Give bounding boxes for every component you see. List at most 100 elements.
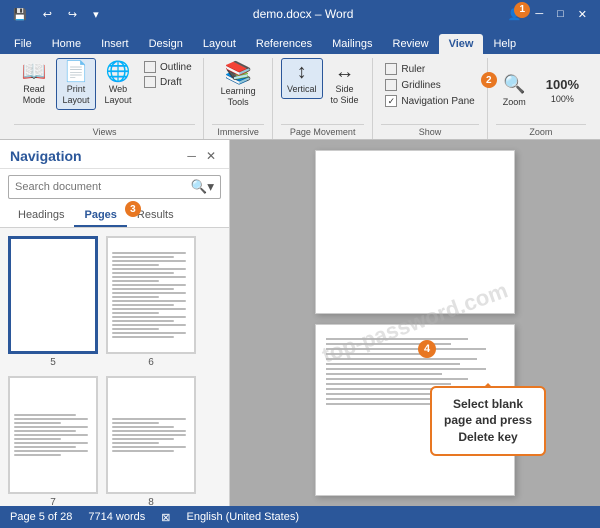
show-group-items: Ruler Gridlines 2 ✓ Navigation Pane [381,62,478,122]
status-word-count[interactable]: 7714 words [88,511,145,523]
page-thumb-6[interactable]: 6 [106,236,196,368]
status-page-info[interactable]: Page 5 of 28 [10,511,72,523]
learning-tools-button[interactable]: 📚 LearningTools [212,58,264,112]
callout-number-badge: 4 [418,340,436,358]
side-to-side-icon: ↔ [335,62,355,82]
page-movement-group-label: Page Movement [281,124,364,137]
callout-tooltip: Select blankpage and pressDelete key [430,386,546,456]
nav-header: Navigation ─ ✕ [0,140,229,169]
page-thumb-img-6 [106,236,196,354]
side-to-side-button[interactable]: ↔ Sideto Side [325,58,365,110]
search-input[interactable] [9,178,185,196]
status-bar: Page 5 of 28 7714 words ⊠ English (Unite… [0,506,600,528]
zoom-group-label: Zoom [496,124,586,137]
status-language[interactable]: English (United States) [186,511,299,523]
tab-insert[interactable]: Insert [91,34,139,54]
page-thumb-8[interactable]: 8 [106,376,196,506]
zoom-100-button[interactable]: 100% 100% [539,73,586,108]
ribbon: 📖 ReadMode 📄 PrintLayout 🌐 WebLayout Out… [0,54,600,140]
web-layout-icon: 🌐 [106,62,131,82]
ribbon-group-views: 📖 ReadMode 📄 PrintLayout 🌐 WebLayout Out… [6,58,204,139]
ribbon-group-page-movement: ↕ Vertical ↔ Sideto Side Page Movement [273,58,373,139]
navigation-pane-checkbox-btn[interactable]: ✓ Navigation Pane [381,94,478,108]
nav-tabs: Headings Pages 3 Results [0,205,229,228]
ribbon-group-zoom: 🔍 Zoom 100% 100% Zoom [488,58,594,139]
read-mode-button[interactable]: 📖 ReadMode [14,58,54,110]
views-group-items: 📖 ReadMode 📄 PrintLayout 🌐 WebLayout Out… [14,58,196,122]
document-area: top-password.com Select blankpage and pr… [230,140,600,506]
main-area: Navigation ─ ✕ 🔍▾ Headings Pages 3 Resul… [0,140,600,506]
learning-tools-icon: 📚 [224,62,251,84]
view-tab-badge: 1 [514,2,530,18]
immersive-group-items: 📚 LearningTools [212,58,264,122]
save-button[interactable]: 💾 [8,6,32,23]
tab-review[interactable]: Review [383,34,439,54]
page-thumb-img-8 [106,376,196,494]
callout-badge-container: 4 [418,340,436,358]
page-thumb-img-7 [8,376,98,494]
close-button[interactable]: ✕ [573,6,592,23]
ribbon-group-immersive: 📚 LearningTools Immersive [204,58,273,139]
title-bar: 💾 ↩ ↪ ▾ demo.docx – Word 👤 1 ─ □ ✕ [0,0,600,28]
search-box: 🔍▾ [8,175,221,199]
immersive-group-label: Immersive [212,124,264,137]
ribbon-tabs: File Home Insert Design Layout Reference… [0,28,600,54]
zoom-icon: 🔍 [503,74,525,95]
ruler-checkbox[interactable] [385,63,397,75]
tab-design[interactable]: Design [139,34,193,54]
search-button[interactable]: 🔍▾ [185,176,220,198]
navigation-pane-checkbox[interactable]: ✓ [385,95,397,107]
tab-file[interactable]: File [4,34,42,54]
gridlines-checkbox[interactable] [385,79,397,91]
navigation-pane-badge: 2 [481,72,497,88]
draft-button[interactable]: Draft [140,75,196,89]
page-thumb-label-5: 5 [50,357,56,368]
page-thumb-label-6: 6 [148,357,154,368]
outline-button[interactable]: Outline [140,60,196,74]
nav-tab-headings[interactable]: Headings [8,205,74,227]
doc-page-5[interactable] [315,150,515,314]
title-bar-right: 👤 1 ─ □ ✕ [503,6,592,23]
title-bar-left: 💾 ↩ ↪ ▾ [8,6,104,23]
proofing-icon: ⊠ [161,511,170,524]
page-thumb-label-8: 8 [148,497,154,506]
undo-button[interactable]: ↩ [38,6,57,23]
status-proofing: ⊠ [161,511,170,524]
read-mode-icon: 📖 [22,62,47,82]
zoom-button[interactable]: 🔍 Zoom [496,70,533,111]
show-group-label: Show [381,124,478,137]
draft-checkbox[interactable] [144,76,156,88]
vertical-button[interactable]: ↕ Vertical [281,58,323,99]
redo-button[interactable]: ↪ [63,6,82,23]
customize-button[interactable]: ▾ [88,6,104,23]
print-layout-icon: 📄 [64,62,89,82]
ruler-checkbox-btn[interactable]: Ruler [381,62,478,76]
vertical-icon: ↕ [297,62,307,82]
views-group-label: Views [14,124,195,137]
print-layout-button[interactable]: 📄 PrintLayout [56,58,96,110]
views-small-group: Outline Draft [140,58,196,89]
page-thumb-5[interactable]: 5 [8,236,98,368]
tab-home[interactable]: Home [42,34,91,54]
nav-minimize-button[interactable]: ─ [184,148,199,164]
nav-pages: 5 [0,228,229,506]
gridlines-checkbox-btn[interactable]: Gridlines 2 [381,78,478,92]
tab-mailings[interactable]: Mailings [322,34,382,54]
page-thumb-7[interactable]: 7 [8,376,98,506]
nav-close-button[interactable]: ✕ [203,148,219,164]
restore-button[interactable]: □ [552,6,569,22]
navigation-pane: Navigation ─ ✕ 🔍▾ Headings Pages 3 Resul… [0,140,230,506]
web-layout-button[interactable]: 🌐 WebLayout [98,58,138,110]
outline-checkbox[interactable] [144,61,156,73]
nav-tab-pages[interactable]: Pages 3 [74,205,126,227]
nav-title: Navigation [10,148,82,164]
tab-references[interactable]: References [246,34,322,54]
minimize-button[interactable]: ─ [530,6,548,22]
tab-help[interactable]: Help [483,34,526,54]
tab-view[interactable]: View [439,34,484,54]
page-8-lines [108,412,194,458]
title-bar-title: demo.docx – Word [104,7,503,21]
tab-layout[interactable]: Layout [193,34,246,54]
zoom-100-icon: 100% [546,77,579,92]
zoom-group-items: 🔍 Zoom 100% 100% [496,58,586,122]
